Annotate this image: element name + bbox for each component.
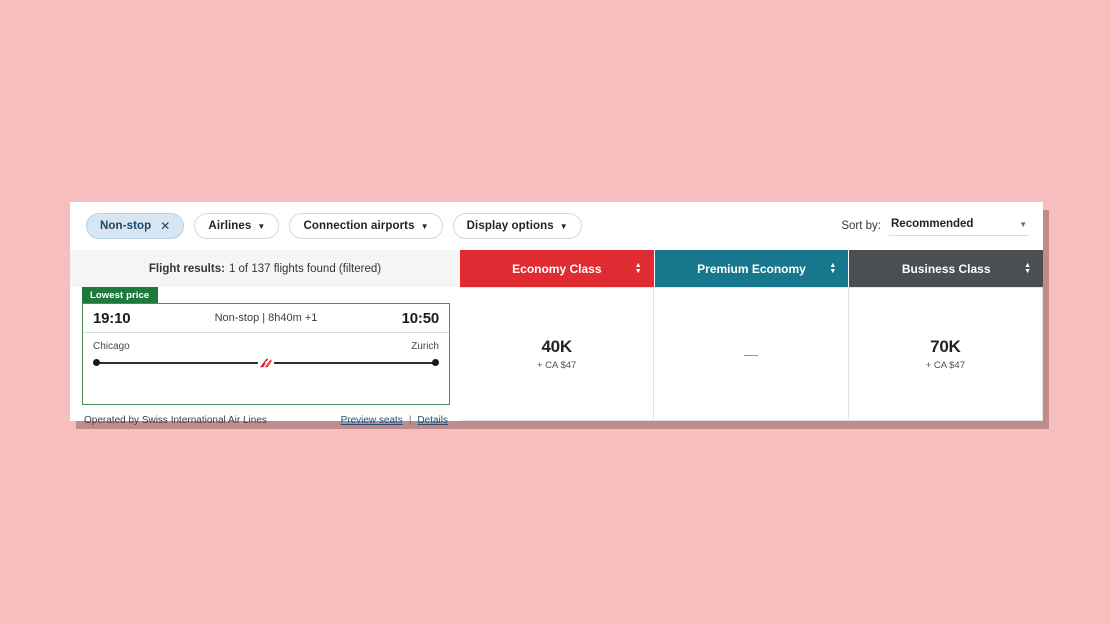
filter-chip-connection-airports[interactable]: Connection airports ▼ <box>289 213 443 239</box>
origin-city: Chicago <box>93 341 130 352</box>
price-cell-business-class[interactable]: 70K + CA $47 <box>848 287 1043 421</box>
chevron-down-icon: ▼ <box>257 222 266 231</box>
arrival-time: 10:50 <box>401 309 440 327</box>
destination-dot-icon <box>432 359 439 366</box>
sort-arrows-icon[interactable]: ▲ ▼ <box>1024 262 1031 275</box>
filter-chip-non-stop[interactable]: Non-stop ✕ <box>86 213 185 239</box>
flight-card-footer: Operated by Swiss International Air Line… <box>82 415 450 426</box>
flight-card[interactable]: 19:10 Non-stop | 8h40m +1 10:50 Chicago … <box>82 303 450 405</box>
price-cash: + CA $47 <box>536 360 577 371</box>
price-cash: + CA $47 <box>925 360 965 371</box>
operated-by-text: Operated by Swiss International Air Line… <box>84 415 267 426</box>
flight-results-panel: Non-stop ✕ Airlines ▼ Connection airport… <box>70 202 1044 426</box>
filter-chip-label: Non-stop <box>100 220 152 232</box>
close-icon[interactable]: ✕ <box>160 220 170 232</box>
price-unavailable: — <box>743 346 758 362</box>
flight-card-links: Preview seats | Details <box>341 415 448 426</box>
preview-seats-link[interactable]: Preview seats <box>341 415 403 426</box>
sort-arrows-icon[interactable]: ▲ ▼ <box>829 262 836 275</box>
filter-chip-display-options[interactable]: Display options ▼ <box>452 213 582 239</box>
departure-time: 19:10 <box>93 309 131 327</box>
price-points: 40K <box>541 337 573 356</box>
route-block: Chicago Zurich <box>83 333 449 370</box>
filter-chip-label: Display options <box>466 220 554 232</box>
flight-results-summary: Flight results: 1 of 137 flights found (… <box>70 250 460 287</box>
sort-arrows-icon[interactable]: ▲ ▼ <box>635 262 642 275</box>
sort-control: Sort by: Recommended ▼ <box>841 216 1029 236</box>
sort-by-label: Sort by: <box>841 220 881 232</box>
results-table-header: Flight results: 1 of 137 flights found (… <box>70 250 1044 287</box>
route-cities: Chicago Zurich <box>93 341 439 352</box>
flight-itinerary-cell: Lowest price 19:10 Non-stop | 8h40m +1 1… <box>70 287 460 426</box>
column-header-economy-class[interactable]: Economy Class ▲ ▼ <box>460 250 655 287</box>
results-row: Lowest price 19:10 Non-stop | 8h40m +1 1… <box>70 287 1043 426</box>
column-header-label: Business Class <box>901 261 991 276</box>
details-link[interactable]: Details <box>417 415 448 426</box>
chevron-down-icon: ▼ <box>559 222 568 231</box>
flight-times-row: 19:10 Non-stop | 8h40m +1 10:50 <box>83 304 449 333</box>
flight-results-title: Flight results: <box>148 262 225 275</box>
column-header-label: Economy Class <box>512 261 602 276</box>
chevron-down-icon: ▼ <box>420 222 429 231</box>
chevron-down-icon: ▼ <box>1019 219 1027 229</box>
origin-dot-icon <box>93 359 100 366</box>
flight-results-detail: 1 of 137 flights found (filtered) <box>228 262 382 275</box>
sort-by-value: Recommended <box>891 218 974 230</box>
flight-duration-summary: Non-stop | 8h40m +1 <box>214 312 318 324</box>
lowest-price-badge: Lowest price <box>82 287 159 304</box>
filter-chip-label: Airlines <box>208 220 252 232</box>
swiss-airlines-logo-icon <box>258 356 274 370</box>
column-header-premium-economy[interactable]: Premium Economy ▲ ▼ <box>654 250 850 287</box>
filter-toolbar: Non-stop ✕ Airlines ▼ Connection airport… <box>70 202 1043 250</box>
price-cell-economy-class[interactable]: 40K + CA $47 <box>460 287 655 421</box>
destination-city: Zurich <box>411 341 439 352</box>
column-header-business-class[interactable]: Business Class ▲ ▼ <box>849 250 1044 287</box>
filter-chip-airlines[interactable]: Airlines ▼ <box>194 213 280 239</box>
price-points: 70K <box>930 337 961 356</box>
sort-by-select[interactable]: Recommended ▼ <box>889 216 1029 236</box>
column-header-label: Premium Economy <box>697 261 806 276</box>
filter-chip-label: Connection airports <box>303 220 415 232</box>
price-cell-premium-economy[interactable]: — <box>654 287 849 421</box>
link-divider: | <box>408 415 412 426</box>
route-line-wrap <box>93 356 439 370</box>
